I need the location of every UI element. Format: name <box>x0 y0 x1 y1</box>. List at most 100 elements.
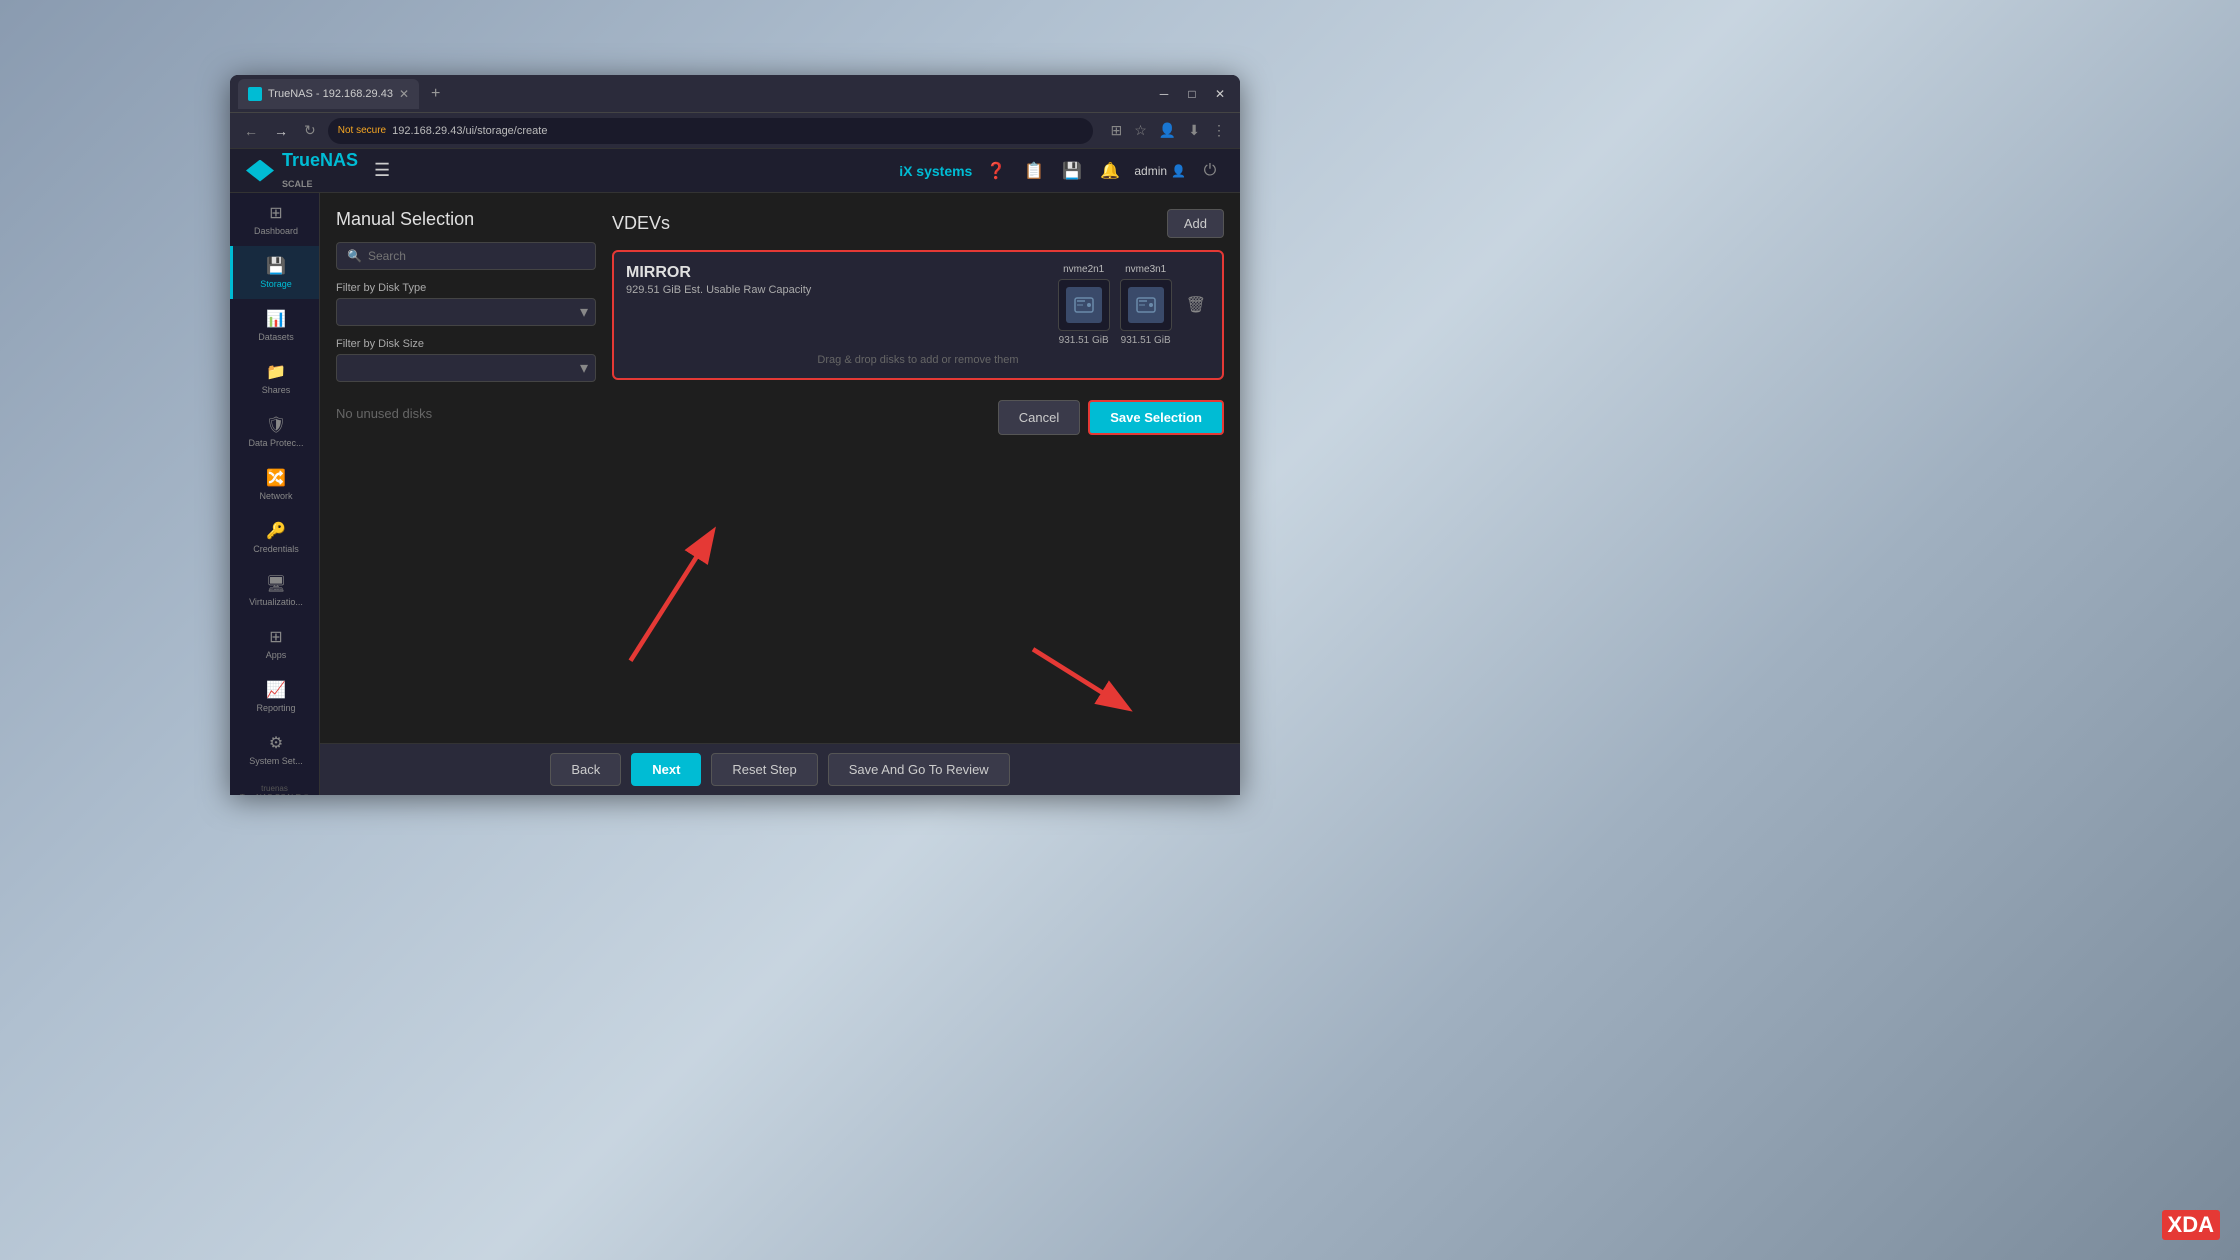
disk-item-1: nvme2n1 <box>1058 264 1110 346</box>
browser-addressbar: ← → ↻ Not secure 192.168.29.43/ui/storag… <box>230 113 1240 149</box>
reset-step-button[interactable]: Reset Step <box>711 753 817 786</box>
sidebar-label-shares: Shares <box>262 385 291 395</box>
back-nav-button[interactable]: ← <box>240 121 262 141</box>
sidebar-item-storage[interactable]: 💾 Storage <box>230 246 319 299</box>
virtualization-icon: 🖥 <box>266 574 286 594</box>
sidebar-item-system-settings[interactable]: ⚙ System Set... <box>230 723 319 776</box>
sidebar-item-virtualization[interactable]: 🖥 Virtualizatio... <box>230 564 319 617</box>
search-input[interactable] <box>368 249 585 263</box>
dialog-body: Manual Selection 🔍 Filter by Disk Type <box>336 209 1224 727</box>
minimize-button[interactable]: ─ <box>1152 85 1176 103</box>
credentials-icon: 🔑 <box>266 521 286 541</box>
window-controls: ─ □ ✕ <box>1152 85 1232 103</box>
dashboard-icon: ⊞ <box>269 203 282 223</box>
drag-hint: Drag & drop disks to add or remove them <box>626 354 1210 366</box>
save-and-review-button[interactable]: Save And Go To Review <box>828 753 1010 786</box>
address-url: 192.168.29.43/ui/storage/create <box>392 125 547 137</box>
content-area: Manual Selection 🔍 Filter by Disk Type <box>320 193 1240 795</box>
filter-disk-size-label: Filter by Disk Size <box>336 338 596 350</box>
footer-copyright: TrueNAS SCALE ® 2024 <box>238 793 311 795</box>
main-layout: ⊞ Dashboard 💾 Storage 📊 Datasets 📁 Share… <box>230 193 1240 795</box>
sidebar-item-reporting[interactable]: 📈 Reporting <box>230 670 319 723</box>
disk-icon-box-2 <box>1120 279 1172 331</box>
sidebar-label-network: Network <box>259 491 292 501</box>
disk-label-1: nvme2n1 <box>1063 264 1104 275</box>
search-box[interactable]: 🔍 <box>336 242 596 270</box>
filter-disk-type-select[interactable] <box>336 298 596 326</box>
vdevs-header: VDEVs Add <box>612 209 1224 238</box>
data-protection-icon: 🛡 <box>266 415 286 435</box>
sidebar-label-data-protection: Data Protec... <box>248 438 303 448</box>
filter-disk-type-wrapper <box>336 298 596 326</box>
tab-close-button[interactable]: ✕ <box>399 87 409 101</box>
next-button[interactable]: Next <box>631 753 701 786</box>
disk-size-1: 931.51 GiB <box>1059 335 1109 346</box>
sidebar-label-system-settings: System Set... <box>249 756 303 766</box>
logo-text: TrueNASSCALE <box>282 150 358 192</box>
sidebar-label-reporting: Reporting <box>256 703 295 713</box>
truenas-logo: TrueNASSCALE <box>246 150 358 192</box>
manual-selection-panel: Manual Selection 🔍 Filter by Disk Type <box>336 209 596 727</box>
cancel-button[interactable]: Cancel <box>998 400 1080 435</box>
vdevs-panel: VDEVs Add MIRROR 929.51 GiB Est. Usable … <box>612 209 1224 727</box>
delete-mirror-button[interactable]: 🗑 <box>1182 291 1210 319</box>
address-bar[interactable]: Not secure 192.168.29.43/ui/storage/crea… <box>328 118 1093 144</box>
mirror-capacity: 929.51 GiB Est. Usable Raw Capacity <box>626 284 811 296</box>
xda-badge: XDA <box>2162 1210 2220 1240</box>
user-icon: 👤 <box>1171 164 1186 178</box>
add-vdev-button[interactable]: Add <box>1167 209 1224 238</box>
filter-disk-size-wrapper <box>336 354 596 382</box>
save-selection-button[interactable]: Save Selection <box>1088 400 1224 435</box>
back-button[interactable]: Back <box>550 753 621 786</box>
sidebar-item-shares[interactable]: 📁 Shares <box>230 352 319 405</box>
browser-titlebar: TrueNAS - 192.168.29.43 ✕ + ─ □ ✕ <box>230 75 1240 113</box>
new-tab-button[interactable]: + <box>425 85 446 103</box>
search-icon: 🔍 <box>347 249 362 263</box>
sidebar-item-data-protection[interactable]: 🛡 Data Protec... <box>230 405 319 458</box>
browser-window: TrueNAS - 192.168.29.43 ✕ + ─ □ ✕ ← → ↻ … <box>230 75 1240 795</box>
ix-systems-logo: iX systems <box>899 163 972 179</box>
no-disks-message: No unused disks <box>336 406 596 421</box>
close-window-button[interactable]: ✕ <box>1208 85 1232 103</box>
sidebar-item-dashboard[interactable]: ⊞ Dashboard <box>230 193 319 246</box>
shares-icon: 📁 <box>266 362 286 382</box>
forward-nav-button[interactable]: → <box>270 121 292 141</box>
download-button[interactable]: ⬇ <box>1184 120 1204 141</box>
disk-label-2: nvme3n1 <box>1125 264 1166 275</box>
sidebar-item-datasets[interactable]: 📊 Datasets <box>230 299 319 352</box>
footer-username: truenas <box>238 784 311 793</box>
manual-selection-title: Manual Selection <box>336 209 596 230</box>
admin-user-button[interactable]: admin 👤 <box>1134 164 1186 178</box>
sidebar-label-dashboard: Dashboard <box>254 226 298 236</box>
bookmark-button[interactable]: ☆ <box>1130 120 1151 141</box>
profile-button[interactable]: 👤 <box>1155 120 1180 141</box>
filter-disk-type-label: Filter by Disk Type <box>336 282 596 294</box>
sidebar-item-network[interactable]: 🔀 Network <box>230 458 319 511</box>
filter-disk-size-select[interactable] <box>336 354 596 382</box>
dialog-container: Manual Selection 🔍 Filter by Disk Type <box>320 193 1240 743</box>
extensions-button[interactable]: ⊞ <box>1107 120 1127 141</box>
top-nav-right: iX systems ❓ 📋 💾 🔔 admin 👤 ⏻ <box>899 157 1224 185</box>
logo-icon <box>246 160 274 182</box>
datasets-icon: 📊 <box>266 309 286 329</box>
browser-tab[interactable]: TrueNAS - 192.168.29.43 ✕ <box>238 79 419 109</box>
power-button[interactable]: ⏻ <box>1196 157 1224 185</box>
sidebar-item-credentials[interactable]: 🔑 Credentials <box>230 511 319 564</box>
storage-button[interactable]: 💾 <box>1058 157 1086 185</box>
maximize-button[interactable]: □ <box>1180 85 1204 103</box>
admin-label: admin <box>1134 164 1167 178</box>
mirror-disks: nvme2n1 <box>1058 264 1172 346</box>
system-settings-icon: ⚙ <box>269 733 283 753</box>
menu-button[interactable]: ⋮ <box>1208 120 1230 141</box>
mirror-header: MIRROR 929.51 GiB Est. Usable Raw Capaci… <box>626 264 1210 346</box>
network-icon: 🔀 <box>266 468 286 488</box>
sidebar-footer: truenas TrueNAS SCALE ® 2024 <box>230 776 319 795</box>
support-button[interactable]: ❓ <box>982 157 1010 185</box>
sidebar-item-apps[interactable]: ⊞ Apps <box>230 617 319 670</box>
notifications-button[interactable]: 🔔 <box>1096 157 1124 185</box>
hamburger-button[interactable]: ☰ <box>370 156 394 185</box>
truenas-app: TrueNASSCALE ☰ iX systems ❓ 📋 💾 🔔 admin … <box>230 149 1240 795</box>
reload-button[interactable]: ↻ <box>300 120 320 141</box>
clipboard-button[interactable]: 📋 <box>1020 157 1048 185</box>
top-navigation: TrueNASSCALE ☰ iX systems ❓ 📋 💾 🔔 admin … <box>230 149 1240 193</box>
